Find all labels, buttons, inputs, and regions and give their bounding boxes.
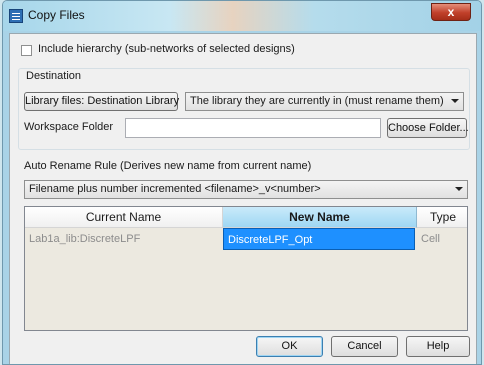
workspace-folder-input[interactable] <box>125 118 381 138</box>
include-hierarchy-checkbox[interactable] <box>21 45 32 56</box>
choose-folder-button[interactable]: Choose Folder... <box>387 118 469 138</box>
chevron-down-icon <box>451 99 459 103</box>
auto-rename-select[interactable]: Filename plus number incremented <filena… <box>24 180 468 199</box>
help-button[interactable]: Help <box>406 336 470 357</box>
close-button[interactable]: x <box>431 3 471 21</box>
column-header-type[interactable]: Type <box>417 207 467 228</box>
ok-button[interactable]: OK <box>256 336 323 357</box>
library-destination-value: The library they are currently in (must … <box>190 95 444 107</box>
auto-rename-value: Filename plus number incremented <filena… <box>29 183 321 195</box>
library-destination-select[interactable]: The library they are currently in (must … <box>185 92 464 111</box>
column-header-current-name[interactable]: Current Name <box>25 207 223 228</box>
destination-group-label: Destination <box>24 70 84 82</box>
column-header-new-name[interactable]: New Name <box>223 207 417 228</box>
title-bar[interactable]: Copy Files x <box>3 1 481 31</box>
chevron-down-icon <box>455 187 463 191</box>
dialog-body: Include hierarchy (sub-networks of selec… <box>9 33 477 364</box>
table-cell-current-name[interactable]: Lab1a_lib:DiscreteLPF <box>25 228 223 250</box>
workspace-folder-label: Workspace Folder <box>24 121 114 133</box>
copy-files-dialog: Copy Files x Include hierarchy (sub-netw… <box>2 0 482 365</box>
table-cell-new-name[interactable]: DiscreteLPF_Opt <box>223 228 415 250</box>
auto-rename-label: Auto Rename Rule (Derives new name from … <box>24 160 312 172</box>
app-icon <box>9 9 23 23</box>
cancel-button[interactable]: Cancel <box>331 336 398 357</box>
table-cell-type[interactable]: Cell <box>417 228 467 250</box>
library-files-button[interactable]: Library files: Destination Library <box>24 92 179 111</box>
window-title: Copy Files <box>28 8 85 22</box>
files-table: Current Name New Name Type Lab1a_lib:Dis… <box>24 206 468 331</box>
include-hierarchy-label: Include hierarchy (sub-networks of selec… <box>38 43 295 55</box>
